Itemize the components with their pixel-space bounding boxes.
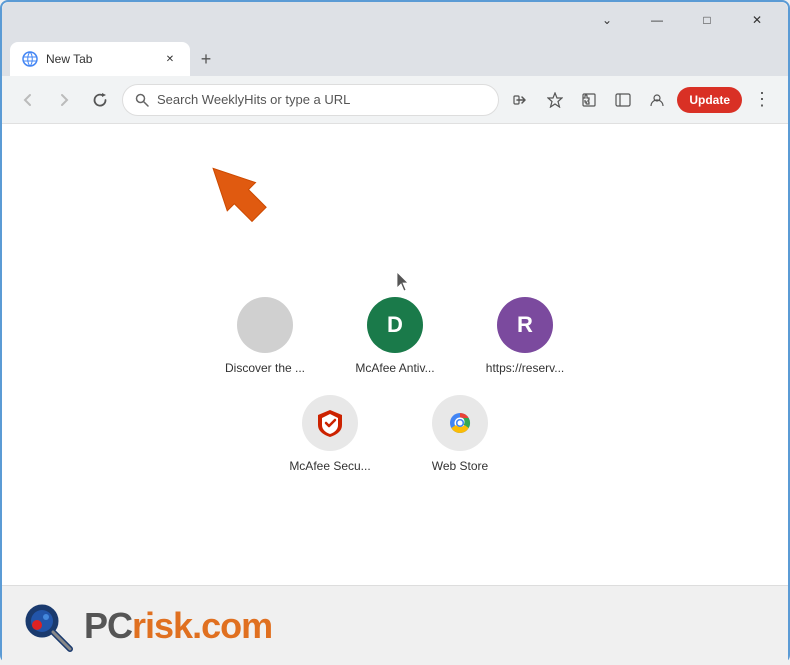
pcrisk-icon <box>22 599 76 653</box>
forward-btn[interactable] <box>50 86 78 114</box>
shortcut-label-https-reserv: https://reserv... <box>486 361 564 375</box>
shortcut-discover[interactable]: Discover the ... <box>220 297 310 375</box>
shortcut-icon-mcafee-secu <box>302 395 358 451</box>
pcrisk-brand: PCrisk.com <box>84 605 272 647</box>
arrow-indicator <box>207 134 287 214</box>
new-tab-btn[interactable]: + <box>192 45 220 73</box>
reload-btn[interactable] <box>86 86 114 114</box>
shortcut-icon-https-reserv: R <box>497 297 553 353</box>
puzzle-icon <box>581 92 597 108</box>
update-button[interactable]: Update <box>677 87 742 113</box>
menu-btn[interactable]: ⋮ <box>748 86 776 114</box>
shortcut-label-discover: Discover the ... <box>225 361 305 375</box>
address-bar[interactable]: Search WeeklyHits or type a URL <box>122 84 499 116</box>
content-area: Discover the ... D McAfee Antiv... R htt… <box>2 124 788 585</box>
chevron-btn[interactable]: ⌄ <box>584 5 630 35</box>
bookmark-icon <box>547 92 563 108</box>
tab-bar: New Tab ✕ + <box>2 38 788 76</box>
maximize-btn[interactable]: □ <box>684 5 730 35</box>
cursor <box>397 272 413 292</box>
shortcut-label-mcafee-antiv: McAfee Antiv... <box>355 361 434 375</box>
shortcut-mcafee-antiv[interactable]: D McAfee Antiv... <box>350 297 440 375</box>
shortcut-mcafee-secu[interactable]: McAfee Secu... <box>285 395 375 473</box>
back-btn[interactable] <box>14 86 42 114</box>
shortcuts-row-1: Discover the ... D McAfee Antiv... R htt… <box>220 297 570 375</box>
sidebar-btn[interactable] <box>609 86 637 114</box>
shortcuts-grid: Discover the ... D McAfee Antiv... R htt… <box>220 297 570 473</box>
search-icon <box>135 93 149 107</box>
window-controls: ⌄ — □ ✕ <box>584 5 780 35</box>
sidebar-icon <box>615 92 631 108</box>
tab-favicon <box>22 51 38 67</box>
share-icon <box>513 92 529 108</box>
shortcut-icon-mcafee-antiv: D <box>367 297 423 353</box>
shortcut-https-reserv[interactable]: R https://reserv... <box>480 297 570 375</box>
pcrisk-text: PCrisk.com <box>84 605 272 646</box>
bookmark-btn[interactable] <box>541 86 569 114</box>
shortcuts-row-2: McAfee Secu... <box>285 395 505 473</box>
tab-close-btn[interactable]: ✕ <box>162 51 178 67</box>
title-bar: ⌄ — □ ✕ <box>2 2 788 38</box>
toolbar: Search WeeklyHits or type a URL <box>2 76 788 124</box>
active-tab[interactable]: New Tab ✕ <box>10 42 190 76</box>
shortcut-label-web-store: Web Store <box>432 459 488 473</box>
shortcut-label-mcafee-secu: McAfee Secu... <box>289 459 370 473</box>
tab-title: New Tab <box>46 52 154 66</box>
profile-btn[interactable] <box>643 86 671 114</box>
share-btn[interactable] <box>507 86 535 114</box>
address-text: Search WeeklyHits or type a URL <box>157 92 350 107</box>
extension-btn[interactable] <box>575 86 603 114</box>
shortcut-icon-discover <box>237 297 293 353</box>
toolbar-right: Update ⋮ <box>507 86 776 114</box>
profile-icon <box>649 92 665 108</box>
footer: PCrisk.com <box>2 585 788 665</box>
pcrisk-logo: PCrisk.com <box>22 599 272 653</box>
shortcut-icon-web-store <box>432 395 488 451</box>
close-btn[interactable]: ✕ <box>734 5 780 35</box>
shortcut-web-store[interactable]: Web Store <box>415 395 505 473</box>
minimize-btn[interactable]: — <box>634 5 680 35</box>
